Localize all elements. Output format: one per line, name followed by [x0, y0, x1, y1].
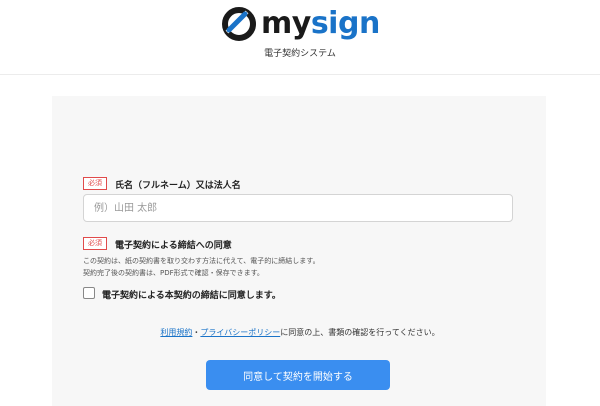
terms-suffix: に同意の上、書類の確認を行ってください。 — [280, 328, 440, 337]
name-input[interactable] — [83, 194, 513, 222]
app-header: mysign 電子契約システム — [0, 0, 600, 75]
consent-checkbox-label[interactable]: 電子契約による本契約の締結に同意します。 — [102, 288, 281, 301]
mysign-logo-icon — [222, 7, 256, 41]
brand-name: mysign — [261, 6, 380, 41]
consent-description-1: この契約は、紙の契約書を取り交わす方法に代えて、電子的に締結します。 — [83, 257, 320, 265]
consent-description-2: 契約完了後の契約書は、PDF形式で確認・保存できます。 — [83, 269, 264, 277]
consent-checkbox[interactable] — [83, 287, 95, 299]
name-label: 氏名（フルネーム）又は法人名 — [115, 181, 241, 191]
required-badge-name: 必須 — [83, 177, 107, 190]
required-badge-consent: 必須 — [83, 237, 107, 250]
agree-and-start-button[interactable]: 同意して契約を開始する — [206, 360, 390, 390]
system-subtitle: 電子契約システム — [264, 49, 336, 59]
consent-label: 電子契約による締結への同意 — [115, 241, 232, 251]
terms-of-use-link[interactable]: 利用規約 — [160, 328, 192, 337]
terms-notice: 利用規約・プライバシーポリシーに同意の上、書類の確認を行ってください。 — [0, 327, 600, 338]
mysign-logo: mysign — [221, 6, 380, 42]
privacy-policy-link[interactable]: プライバシーポリシー — [200, 328, 280, 337]
